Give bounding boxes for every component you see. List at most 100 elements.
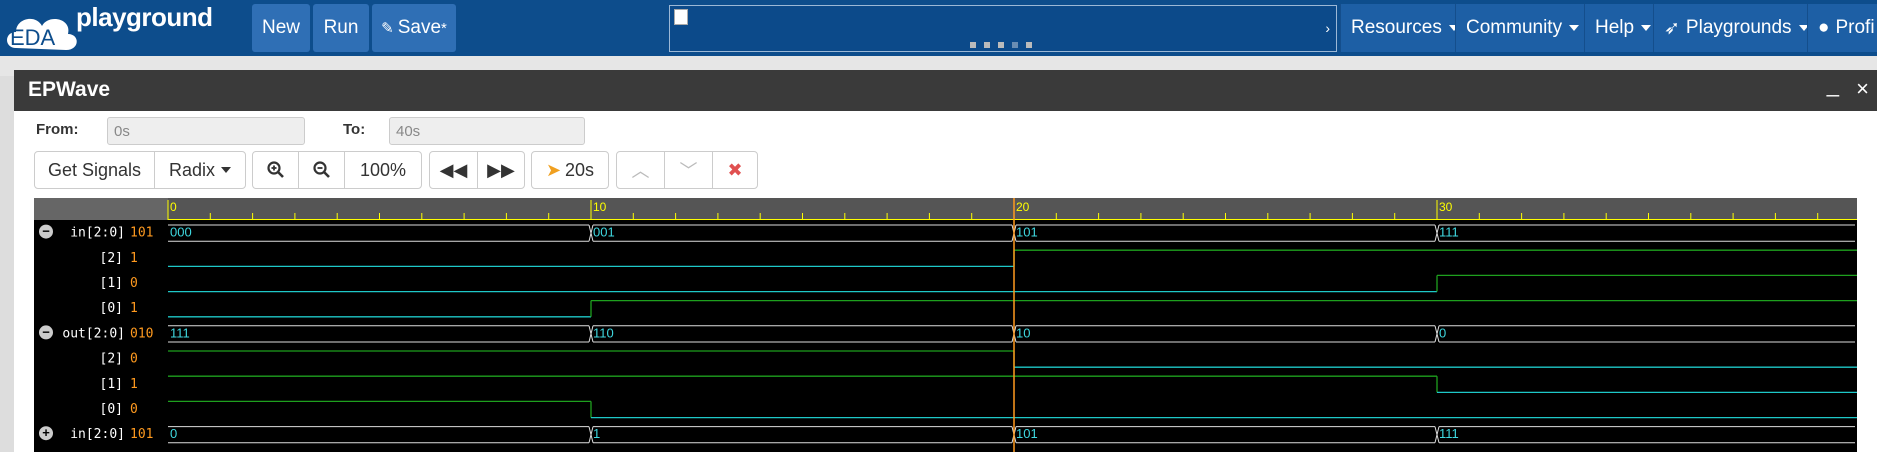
banner-carousel[interactable]: › xyxy=(669,5,1337,52)
page-background-left xyxy=(0,76,14,452)
bus-segment-value: 0 xyxy=(170,426,177,441)
signal-value: 101 xyxy=(130,427,153,442)
signal-value: 0 xyxy=(130,402,138,417)
ruler-tick-label: 0 xyxy=(170,200,177,214)
signal-value: 0 xyxy=(130,352,138,367)
signal-name[interactable]: [0] xyxy=(100,301,123,316)
ruler-tick-label: 20 xyxy=(1016,200,1030,214)
ruler-background xyxy=(34,198,1857,220)
close-icon[interactable]: × xyxy=(1856,76,1869,102)
zoom-out-button[interactable] xyxy=(299,152,345,188)
chevron-down-icon: ﹀ xyxy=(679,161,698,181)
signal-value: 010 xyxy=(130,326,153,341)
from-input[interactable]: 0s xyxy=(107,117,305,145)
zoom-level[interactable]: 100% xyxy=(345,152,421,188)
signal-value: 101 xyxy=(130,226,153,241)
pencil-icon: ✎ xyxy=(381,20,394,37)
carousel-dot[interactable] xyxy=(970,42,976,48)
bus-segment-value: 10 xyxy=(1016,325,1030,340)
rewind-button[interactable]: ◀◀ xyxy=(430,152,478,188)
zoom-in-icon xyxy=(266,161,284,178)
save-button[interactable]: ✎ Save * xyxy=(372,4,456,52)
cursor-time-label: 20s xyxy=(565,159,595,180)
playgrounds-menu[interactable]: ➶ Playgrounds xyxy=(1653,4,1819,52)
community-label: Community xyxy=(1466,17,1563,38)
resources-label: Resources xyxy=(1351,17,1442,38)
epwave-titlebar: EPWave _ × xyxy=(14,70,1877,111)
eda-playground-logo[interactable]: EDA playground xyxy=(0,0,240,56)
run-button[interactable]: Run xyxy=(313,4,369,52)
radix-label: Radix xyxy=(168,159,216,180)
profile-label: Profi xyxy=(1835,17,1875,38)
zoom-toolbar: 100% xyxy=(252,151,422,189)
from-label: From: xyxy=(36,121,79,138)
bus-segment-value: 001 xyxy=(593,225,615,240)
playgrounds-label: Playgrounds xyxy=(1685,17,1792,38)
signal-name[interactable]: [1] xyxy=(100,276,123,291)
minimize-icon[interactable]: _ xyxy=(1827,72,1839,98)
ruler-tick-label: 10 xyxy=(593,200,607,214)
backward-icon: ◀◀ xyxy=(439,159,468,180)
signals-toolbar: Get Signals Radix xyxy=(34,151,246,189)
expander-glyph: − xyxy=(42,224,50,239)
signal-value: 1 xyxy=(130,301,138,316)
edit-toolbar: ︿ ﹀ ✖ xyxy=(616,151,758,189)
signal-name[interactable]: [1] xyxy=(100,377,123,392)
carousel-dot[interactable] xyxy=(1026,42,1032,48)
bus-segment-value: 0 xyxy=(1439,325,1446,340)
resources-menu[interactable]: Resources xyxy=(1340,4,1469,52)
help-menu[interactable]: Help xyxy=(1584,4,1662,52)
carousel-next-icon[interactable]: › xyxy=(1325,20,1330,36)
rocket-icon: ➶ xyxy=(1664,17,1680,39)
bus-segment-value: 101 xyxy=(1016,225,1038,240)
bus-segment-value: 111 xyxy=(1439,225,1459,240)
bus-segment-value: 1 xyxy=(593,426,600,441)
broken-image-icon xyxy=(674,9,688,25)
signal-name[interactable]: out[2:0] xyxy=(62,326,125,341)
help-label: Help xyxy=(1595,17,1635,38)
top-navbar: EDA playground New Run ✎ Save * › Resource… xyxy=(0,0,1877,56)
to-label: To: xyxy=(343,121,366,138)
ruler-tick-label: 30 xyxy=(1439,200,1453,214)
waveform-canvas[interactable]: 0 10 20 30− in[2:0] 101 000 001 101 111[2] 1[1] 0[0… xyxy=(34,198,1857,452)
close-icon: ✖ xyxy=(727,159,743,180)
delete-button[interactable]: ✖ xyxy=(713,152,757,188)
chevron-down-icon xyxy=(1641,25,1652,31)
radix-dropdown[interactable]: Radix xyxy=(155,152,245,188)
forward-button[interactable]: ▶▶ xyxy=(478,152,524,188)
forward-icon: ▶▶ xyxy=(487,159,515,180)
chevron-down-icon xyxy=(1569,25,1580,31)
save-label: Save xyxy=(397,17,442,38)
move-up-button[interactable]: ︿ xyxy=(617,152,665,188)
community-menu[interactable]: Community xyxy=(1455,4,1590,52)
bus-segment-value: 101 xyxy=(1016,426,1038,441)
expander-glyph: − xyxy=(42,324,50,339)
carousel-dot[interactable] xyxy=(998,42,1004,48)
carousel-dot[interactable] xyxy=(1012,42,1018,48)
bus-segment-value: 111 xyxy=(1439,426,1459,441)
cursor-arrow-icon: ➤ xyxy=(545,159,562,180)
carousel-indicators[interactable] xyxy=(970,42,1032,48)
unsaved-marker: * xyxy=(441,19,447,37)
move-down-button[interactable]: ﹀ xyxy=(665,152,713,188)
brand-text: playground xyxy=(76,2,213,32)
signal-name[interactable]: [2] xyxy=(100,352,123,367)
chevron-down-icon xyxy=(221,167,232,173)
cursor-time-button[interactable]: ➤ 20s xyxy=(532,152,608,188)
zoom-out-icon xyxy=(312,161,330,178)
new-button[interactable]: New xyxy=(252,4,310,52)
cursor-toolbar: ➤ 20s xyxy=(531,151,609,189)
zoom-in-button[interactable] xyxy=(253,152,299,188)
carousel-dot[interactable] xyxy=(984,42,990,48)
signal-name[interactable]: in[2:0] xyxy=(70,427,125,442)
user-icon: ● xyxy=(1818,17,1830,38)
cloud-logo-icon: EDA xyxy=(7,18,77,50)
signal-name[interactable]: in[2:0] xyxy=(70,226,125,241)
get-signals-button[interactable]: Get Signals xyxy=(35,152,155,188)
signal-name[interactable]: [0] xyxy=(100,402,123,417)
waveform-viewer[interactable]: 0 10 20 30− in[2:0] 101 000 001 101 111 [2] 1 [1] 0 [0… xyxy=(34,198,1857,452)
to-input[interactable]: 40s xyxy=(389,117,585,145)
profile-menu[interactable]: ● Profi xyxy=(1807,4,1877,52)
bus-segment-value: 111 xyxy=(170,325,190,340)
signal-name[interactable]: [2] xyxy=(100,251,123,266)
